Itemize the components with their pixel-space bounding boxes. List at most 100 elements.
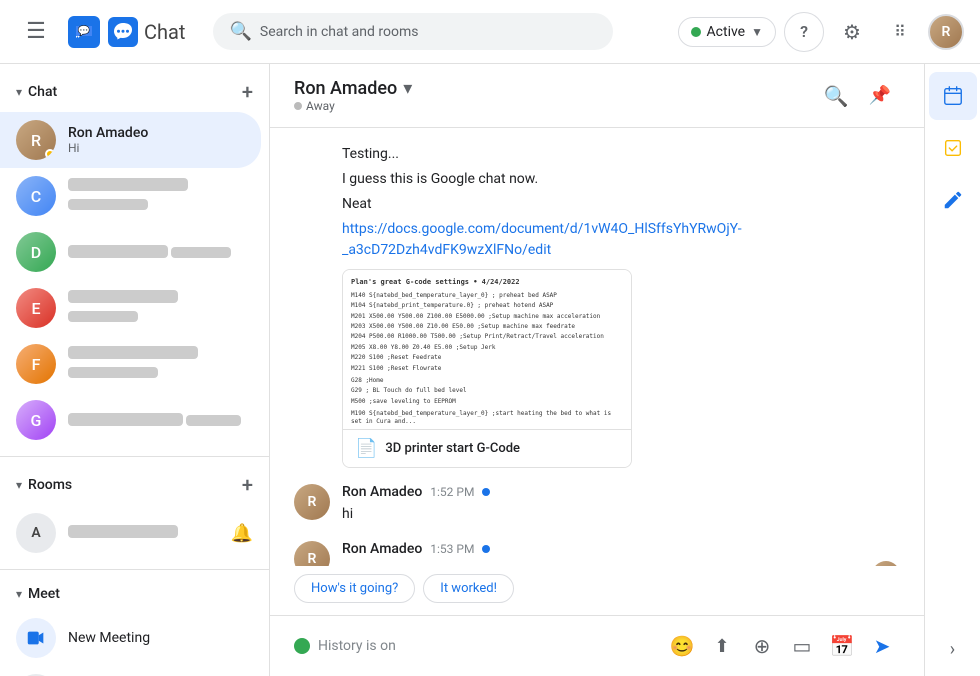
chat-contact-name: Ron Amadeo	[68, 125, 245, 141]
chat-avatar: C	[16, 176, 56, 216]
send-button[interactable]: ➤	[864, 628, 900, 664]
chat-item[interactable]: F	[0, 336, 261, 392]
meet-section-label: Meet	[28, 586, 60, 602]
message-input[interactable]: History is on	[318, 634, 656, 658]
chat-item[interactable]: C	[0, 168, 261, 224]
sender-avatar: R	[294, 541, 330, 566]
expand-right-button[interactable]: ›	[942, 631, 963, 668]
room-notify-icon[interactable]: 🔔	[231, 523, 253, 544]
chip-it-worked[interactable]: It worked!	[423, 574, 514, 603]
message-time: 1:53 PM	[430, 542, 474, 556]
message-input-area: History is on 😊 ⬆ ⊕ ▭ 📅 ➤	[270, 615, 924, 676]
avatar-initials: R	[942, 24, 951, 40]
video-button[interactable]: ▭	[784, 628, 820, 664]
message-group: R Ron Amadeo 1:52 PM hi	[294, 484, 900, 525]
edit-app-icon[interactable]	[929, 176, 977, 224]
doc-preview[interactable]: Plan's great G-code settings • 4/24/2022…	[342, 269, 632, 468]
svg-text:💬: 💬	[78, 24, 91, 37]
rooms-chevron: ▾	[16, 478, 22, 492]
chat-item[interactable]: E	[0, 280, 261, 336]
emoji-button[interactable]: 😊	[664, 628, 700, 664]
chat-section-label: Chat	[28, 84, 57, 100]
pin-button[interactable]: 📌	[860, 76, 900, 116]
status-label: Active	[707, 24, 746, 40]
upload-button[interactable]: ⬆	[704, 628, 740, 664]
status-button[interactable]: Active ▼	[678, 17, 776, 47]
doc-icon: 📄	[355, 438, 377, 459]
message-group: Testing... I guess this is Google chat n…	[294, 144, 900, 468]
chat-avatar: D	[16, 232, 56, 272]
doc-title: 3D printer start G-Code	[385, 441, 520, 456]
doc-preview-image: Plan's great G-code settings • 4/24/2022…	[343, 270, 631, 430]
chat-item[interactable]: G	[0, 392, 261, 448]
message-time: 1:52 PM	[430, 485, 474, 499]
rooms-section: ▾ Rooms + A 🔔	[0, 456, 269, 569]
app-logo: 💬 Chat	[68, 16, 185, 48]
search-chat-button[interactable]: 🔍	[816, 76, 856, 116]
message-sender: Ron Amadeo	[342, 541, 422, 557]
room-info	[68, 525, 219, 542]
meet-chevron: ▾	[16, 587, 22, 601]
rooms-section-header[interactable]: ▾ Rooms +	[0, 465, 269, 505]
chat-info: Ron Amadeo Hi	[68, 125, 245, 155]
status-indicator	[691, 27, 701, 37]
chevron-down-icon: ▼	[751, 25, 763, 39]
new-meeting-icon	[16, 618, 56, 658]
contact-status: Away	[294, 99, 816, 113]
sender-avatar: R	[294, 484, 330, 520]
right-sidebar: ›	[924, 64, 980, 676]
input-actions: 😊 ⬆ ⊕ ▭ 📅 ➤	[664, 628, 900, 664]
input-placeholder: History is on	[318, 638, 396, 654]
chat-header: Ron Amadeo ▾ Away 🔍 📌	[270, 64, 924, 128]
suggestion-chips: How's it going? It worked!	[270, 566, 924, 615]
message-link[interactable]: https://docs.google.com/document/d/1vW4O…	[342, 219, 900, 261]
chip-hows-it-going[interactable]: How's it going?	[294, 574, 415, 603]
search-icon: 🔍	[229, 21, 251, 42]
apps-icon-button[interactable]: ⠿	[880, 12, 920, 52]
message-sender: Ron Amadeo	[342, 484, 422, 500]
chat-info	[68, 243, 245, 262]
user-avatar[interactable]: R	[928, 14, 964, 50]
attach-button[interactable]: ⊕	[744, 628, 780, 664]
room-item[interactable]: A 🔔	[0, 505, 269, 561]
rooms-section-label: Rooms	[28, 477, 72, 493]
history-indicator	[294, 638, 310, 654]
chat-header-actions: 🔍 📌	[816, 76, 900, 116]
chat-section-chevron: ▾	[16, 85, 22, 99]
meet-section-header[interactable]: ▾ Meet	[0, 578, 269, 610]
add-chat-button[interactable]: +	[242, 80, 253, 104]
doc-preview-footer: 📄 3D printer start G-Code	[343, 430, 631, 467]
help-icon-button[interactable]: ?	[784, 12, 824, 52]
calendar-button[interactable]: 📅	[824, 628, 860, 664]
message-text: Testing...	[342, 144, 900, 165]
tasks-app-icon[interactable]	[929, 124, 977, 172]
menu-icon[interactable]: ☰	[16, 12, 56, 52]
chat-header-info: Ron Amadeo ▾ Away	[294, 78, 816, 113]
settings-icon-button[interactable]: ⚙	[832, 12, 872, 52]
new-meeting-item[interactable]: New Meeting	[0, 610, 269, 666]
add-room-button[interactable]: +	[242, 473, 253, 497]
chat-item[interactable]: R Ron Amadeo Hi	[0, 112, 261, 168]
message-text: I guess this is Google chat now.	[342, 169, 900, 190]
message-text: Neat	[342, 194, 900, 215]
search-bar[interactable]: 🔍 Search in chat and rooms	[213, 13, 613, 50]
chat-avatar: G	[16, 400, 56, 440]
chat-info	[68, 178, 245, 214]
chat-section: ▾ Chat + R Ron Amadeo Hi	[0, 64, 269, 456]
online-indicator	[482, 545, 490, 553]
chat-avatar: F	[16, 344, 56, 384]
new-meeting-label: New Meeting	[68, 630, 150, 646]
room-icon: A	[16, 513, 56, 553]
chat-item[interactable]: D	[0, 224, 261, 280]
message-group: R Ron Amadeo 1:53 PM Hi R	[294, 541, 900, 566]
status-circle-icon	[294, 102, 302, 110]
contact-name[interactable]: Ron Amadeo ▾	[294, 78, 816, 99]
chat-avatar: R	[16, 120, 56, 160]
chat-section-header[interactable]: ▾ Chat +	[0, 72, 269, 112]
join-meeting-item[interactable]: Join a meeting	[0, 666, 269, 676]
chat-info	[68, 346, 245, 382]
calendar-app-icon[interactable]	[929, 72, 977, 120]
chat-avatar: E	[16, 288, 56, 328]
meet-section: ▾ Meet New Meeting Join a meeting	[0, 569, 269, 676]
online-indicator	[482, 488, 490, 496]
